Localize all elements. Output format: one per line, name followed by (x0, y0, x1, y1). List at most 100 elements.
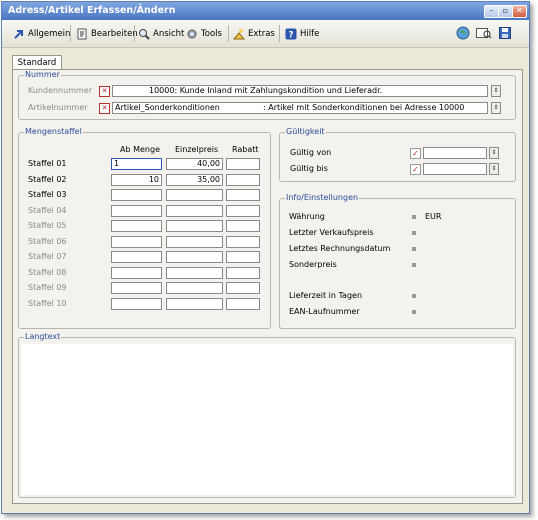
app-window: Adress/Artikel Erfassen/Ändern – ▫ ✕ All… (1, 1, 530, 514)
gueltigkeit-legend: Gültigkeit (285, 127, 326, 136)
extras-icon (232, 28, 246, 40)
gueltig-bis-checkbox[interactable]: ✓ (410, 164, 421, 175)
rabatt-field[interactable] (226, 297, 260, 310)
sonderpreis-marker (412, 263, 416, 267)
ean-label: EAN-Laufnummer (289, 307, 360, 316)
langtext-group: Langtext (18, 332, 516, 498)
clear-artikel-icon[interactable]: ✕ (99, 103, 110, 114)
staffel-label: Staffel 05 (28, 221, 67, 230)
rechnungsdatum-marker (412, 247, 416, 251)
rechnungsdatum-label: Letztes Rechnungsdatum (289, 244, 391, 253)
ab-menge-field[interactable] (111, 251, 162, 263)
title-bar[interactable]: Adress/Artikel Erfassen/Ändern – ▫ ✕ (2, 2, 529, 20)
gueltig-von-field[interactable] (423, 147, 487, 159)
rabatt-field[interactable] (226, 173, 260, 186)
rabatt-field[interactable] (226, 204, 260, 217)
sonderpreis-label: Sonderpreis (289, 260, 337, 269)
nummer-legend: Nummer (24, 70, 61, 79)
lieferzeit-label: Lieferzeit in Tagen (289, 291, 363, 300)
save-icon[interactable] (499, 27, 511, 41)
tab-standard[interactable]: Standard (12, 55, 62, 70)
einzelpreis-field[interactable] (166, 204, 223, 217)
einzelpreis-field[interactable]: 40,00 (166, 158, 223, 170)
gueltig-von-label: Gültig von (290, 148, 332, 157)
rabatt-field[interactable] (226, 235, 260, 248)
gueltig-bis-spin-icon[interactable]: ⇕ (489, 163, 499, 175)
menu-tools-label: Tools (201, 29, 222, 39)
gueltigkeit-group: Gültigkeit Gültig von ✓ ⇕ Gültig bis ✓ ⇕ (279, 127, 516, 182)
staffel-label: Staffel 09 (28, 283, 67, 292)
staffel-label: Staffel 06 (28, 236, 67, 246)
ab-menge-field[interactable] (111, 204, 162, 217)
ab-menge-field[interactable] (111, 189, 162, 201)
gueltig-von-spin-icon[interactable]: ⇕ (489, 147, 499, 159)
menu-extras[interactable]: Extras (232, 26, 275, 42)
staffel-label: Staffel 03 (28, 190, 67, 199)
rabatt-field[interactable] (226, 266, 260, 279)
toolbar-divider (134, 25, 135, 42)
ab-menge-field[interactable] (111, 266, 162, 279)
rabatt-field[interactable] (226, 158, 260, 170)
einzelpreis-field[interactable] (166, 220, 223, 232)
menu-extras-label: Extras (248, 29, 275, 39)
ab-menge-field[interactable] (111, 220, 162, 232)
artikelnummer-field[interactable]: Artikel_Sonderkonditionen : Artikel mit … (112, 102, 488, 114)
tab-content: Nummer Kundennummer ✕ 10000: Kunde Inlan… (12, 69, 523, 504)
einzelpreis-field[interactable] (166, 235, 223, 248)
staffel-label: Staffel 07 (28, 252, 67, 261)
rabatt-field[interactable] (226, 189, 260, 201)
window-title: Adress/Artikel Erfassen/Ändern (8, 5, 176, 16)
kundennummer-field[interactable]: 10000: Kunde Inland mit Zahlungskonditio… (112, 85, 488, 97)
svg-text:?: ? (288, 31, 293, 41)
menu-bearbeiten[interactable]: Bearbeiten (76, 26, 138, 42)
minimize-button[interactable]: – (484, 5, 499, 18)
globe-icon[interactable] (456, 26, 470, 42)
menu-hilfe[interactable]: ? Hilfe (285, 26, 319, 42)
staffel-label: Staffel 04 (28, 205, 67, 215)
menu-allgemein-label: Allgemein (28, 29, 71, 39)
ab-menge-field[interactable] (111, 235, 162, 248)
menu-ansicht[interactable]: Ansicht (138, 26, 184, 42)
gueltig-bis-field[interactable] (423, 163, 487, 175)
kundennummer-label: Kundennummer (28, 86, 92, 95)
gueltig-von-checkbox[interactable]: ✓ (410, 148, 421, 159)
waehrung-value: EUR (425, 212, 442, 221)
toolbar-divider (70, 25, 71, 42)
ab-menge-field[interactable] (111, 297, 162, 310)
einzelpreis-field[interactable] (166, 189, 223, 201)
artikelnummer-label: Artikelnummer (28, 103, 88, 112)
einzelpreis-field[interactable]: 35,00 (166, 173, 223, 186)
menu-hilfe-label: Hilfe (300, 29, 320, 39)
menu-ansicht-label: Ansicht (153, 29, 185, 39)
rabatt-field[interactable] (226, 220, 260, 232)
menu-allgemein[interactable]: Allgemein (13, 26, 70, 42)
ab-menge-field[interactable]: 10 (111, 173, 162, 186)
einzelpreis-field[interactable] (166, 282, 223, 294)
einzelpreis-field[interactable] (166, 251, 223, 263)
rabatt-field[interactable] (226, 251, 260, 263)
staffel-label: Staffel 08 (28, 267, 67, 277)
kunde-spin-icon[interactable]: ⇕ (491, 85, 501, 97)
card-search-icon[interactable] (476, 27, 492, 41)
ab-menge-field[interactable]: 1 (111, 158, 162, 170)
einzelpreis-field[interactable] (166, 297, 223, 310)
langtext-legend: Langtext (24, 332, 62, 341)
menu-tools[interactable]: Tools (186, 26, 222, 42)
close-button[interactable]: ✕ (512, 5, 527, 18)
rabatt-field[interactable] (226, 282, 260, 294)
info-legend: Info/Einstellungen (285, 193, 360, 202)
artikel-spin-icon[interactable]: ⇕ (491, 102, 501, 114)
artikel-code: Artikel_Sonderkonditionen (115, 103, 220, 112)
toolbar-divider (279, 25, 280, 42)
langtext-textarea[interactable] (21, 344, 513, 495)
toolbar: Allgemein Bearbeiten Ansicht Tools Extra… (2, 20, 529, 48)
einzelpreis-field[interactable] (166, 266, 223, 279)
maximize-button[interactable]: ▫ (498, 5, 513, 18)
verkaufspreis-marker (412, 231, 416, 235)
artikel-description: : Artikel mit Sonderkonditionen bei Adre… (263, 103, 465, 112)
info-group: Info/Einstellungen Währung EUR Letzter V… (279, 193, 516, 329)
col-einzelpreis: Einzelpreis (175, 145, 219, 154)
clear-kunde-icon[interactable]: ✕ (99, 86, 110, 97)
ab-menge-field[interactable] (111, 282, 162, 294)
col-rabatt: Rabatt (232, 145, 259, 154)
